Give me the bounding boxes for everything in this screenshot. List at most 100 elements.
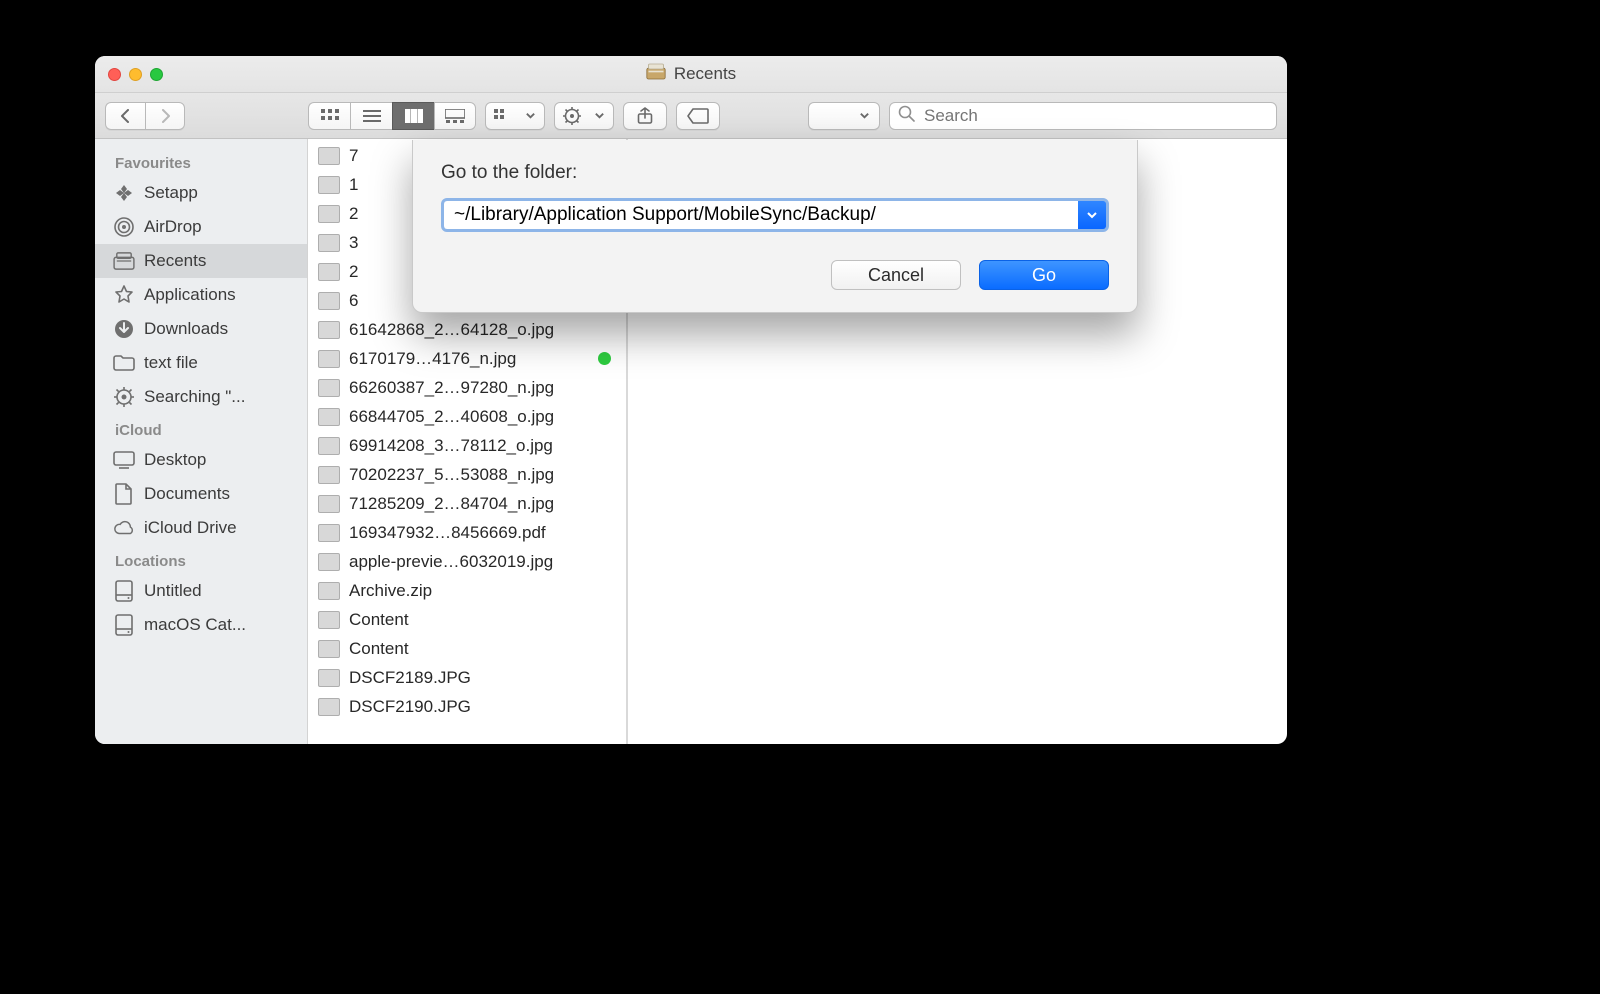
sidebar: Favourites Setapp AirDrop RecentsApplicatio… xyxy=(95,139,308,744)
view-mode-segmented xyxy=(308,102,476,130)
file-row[interactable]: DSCF2189.JPG xyxy=(308,663,627,692)
sheet-label: Go to the folder: xyxy=(441,162,1109,184)
file-name: 71285209_2…84704_n.jpg xyxy=(349,494,617,514)
search-icon xyxy=(898,105,915,127)
file-thumbnail-icon xyxy=(318,582,340,600)
file-name: DSCF2190.JPG xyxy=(349,697,617,717)
sidebar-item-icloud-drive[interactable]: iCloud Drive xyxy=(95,511,307,545)
cloud-icon xyxy=(113,517,135,539)
window-title-text: Recents xyxy=(674,64,736,84)
file-thumbnail-icon xyxy=(318,263,340,281)
file-row[interactable]: 6170179…4176_n.jpg xyxy=(308,344,627,373)
back-button[interactable] xyxy=(105,102,145,130)
file-row[interactable]: 70202237_5…53088_n.jpg xyxy=(308,460,627,489)
file-row[interactable]: Content xyxy=(308,634,627,663)
file-thumbnail-icon xyxy=(318,698,340,716)
action-menu-button[interactable] xyxy=(554,102,614,130)
sidebar-heading: iCloud xyxy=(95,414,307,443)
file-thumbnail-icon xyxy=(318,524,340,542)
file-thumbnail-icon xyxy=(318,495,340,513)
path-history-dropdown[interactable] xyxy=(1078,201,1106,229)
file-name: DSCF2189.JPG xyxy=(349,668,617,688)
apps-icon xyxy=(113,284,135,306)
sheet-buttons: Cancel Go xyxy=(441,260,1109,290)
sidebar-item-airdrop[interactable]: AirDrop xyxy=(95,210,307,244)
path-dropdown-button[interactable] xyxy=(808,102,880,130)
file-name: 69914208_3…78112_o.jpg xyxy=(349,436,617,456)
search-field[interactable] xyxy=(889,102,1277,130)
go-button[interactable]: Go xyxy=(979,260,1109,290)
file-row[interactable]: 66260387_2…97280_n.jpg xyxy=(308,373,627,402)
sidebar-item-downloads[interactable]: Downloads xyxy=(95,312,307,346)
file-name: apple-previe…6032019.jpg xyxy=(349,552,617,572)
file-thumbnail-icon xyxy=(318,379,340,397)
file-name: 66260387_2…97280_n.jpg xyxy=(349,378,617,398)
cancel-button[interactable]: Cancel xyxy=(831,260,961,290)
sidebar-item-label: text file xyxy=(144,353,198,373)
sidebar-item-label: Untitled xyxy=(144,581,202,601)
finder-window: Recents xyxy=(95,56,1287,744)
file-thumbnail-icon xyxy=(318,234,340,252)
file-row[interactable]: Archive.zip xyxy=(308,576,627,605)
tags-button[interactable] xyxy=(676,102,720,130)
forward-button[interactable] xyxy=(145,102,185,130)
file-name: Content xyxy=(349,639,617,659)
sidebar-item-searching-[interactable]: Searching "... xyxy=(95,380,307,414)
file-name: 169347932…8456669.pdf xyxy=(349,523,617,543)
file-thumbnail-icon xyxy=(318,437,340,455)
view-column-button[interactable] xyxy=(392,102,434,130)
file-thumbnail-icon xyxy=(318,553,340,571)
traffic-lights xyxy=(108,68,163,81)
sidebar-item-setapp[interactable]: Setapp xyxy=(95,176,307,210)
disk-icon xyxy=(113,614,135,636)
tag-green-icon xyxy=(598,352,611,365)
file-row[interactable]: apple-previe…6032019.jpg xyxy=(308,547,627,576)
path-input[interactable] xyxy=(444,201,1078,229)
sidebar-item-applications[interactable]: Applications xyxy=(95,278,307,312)
file-row[interactable]: 66844705_2…40608_o.jpg xyxy=(308,402,627,431)
sidebar-item-label: Setapp xyxy=(144,183,198,203)
view-list-button[interactable] xyxy=(350,102,392,130)
file-name: 61642868_2…64128_o.jpg xyxy=(349,320,617,340)
sidebar-heading: Locations xyxy=(95,545,307,574)
nav-back-forward xyxy=(105,102,185,130)
sidebar-item-documents[interactable]: Documents xyxy=(95,477,307,511)
minimize-window-button[interactable] xyxy=(129,68,142,81)
sidebar-item-label: macOS Cat... xyxy=(144,615,246,635)
file-row[interactable]: Content xyxy=(308,605,627,634)
sidebar-item-recents[interactable]: Recents xyxy=(95,244,307,278)
path-combobox[interactable] xyxy=(441,198,1109,232)
file-name: 70202237_5…53088_n.jpg xyxy=(349,465,617,485)
search-input[interactable] xyxy=(922,105,1268,127)
zoom-window-button[interactable] xyxy=(150,68,163,81)
view-gallery-button[interactable] xyxy=(434,102,476,130)
share-button[interactable] xyxy=(623,102,667,130)
group-by-button[interactable] xyxy=(485,102,545,130)
file-row[interactable]: 169347932…8456669.pdf xyxy=(308,518,627,547)
sidebar-item-macos-cat-[interactable]: macOS Cat... xyxy=(95,608,307,642)
sidebar-heading: Favourites xyxy=(95,147,307,176)
file-thumbnail-icon xyxy=(318,611,340,629)
close-window-button[interactable] xyxy=(108,68,121,81)
file-row[interactable]: 71285209_2…84704_n.jpg xyxy=(308,489,627,518)
sidebar-item-desktop[interactable]: Desktop xyxy=(95,443,307,477)
file-name: 66844705_2…40608_o.jpg xyxy=(349,407,617,427)
file-thumbnail-icon xyxy=(318,408,340,426)
toolbar xyxy=(95,93,1287,139)
folder-icon xyxy=(113,352,135,374)
view-icon-button[interactable] xyxy=(308,102,350,130)
file-thumbnail-icon xyxy=(318,350,340,368)
file-row[interactable]: 61642868_2…64128_o.jpg xyxy=(308,315,627,344)
sidebar-item-label: Documents xyxy=(144,484,230,504)
sidebar-item-text-file[interactable]: text file xyxy=(95,346,307,380)
file-row[interactable]: DSCF2190.JPG xyxy=(308,692,627,721)
recents-icon xyxy=(113,250,135,272)
file-row[interactable]: 69914208_3…78112_o.jpg xyxy=(308,431,627,460)
go-to-folder-sheet: Go to the folder: Cancel Go xyxy=(412,140,1138,313)
sidebar-item-untitled[interactable]: Untitled xyxy=(95,574,307,608)
titlebar: Recents xyxy=(95,56,1287,93)
file-thumbnail-icon xyxy=(318,147,340,165)
sidebar-item-label: AirDrop xyxy=(144,217,202,237)
sidebar-item-label: Desktop xyxy=(144,450,206,470)
sidebar-item-label: Downloads xyxy=(144,319,228,339)
